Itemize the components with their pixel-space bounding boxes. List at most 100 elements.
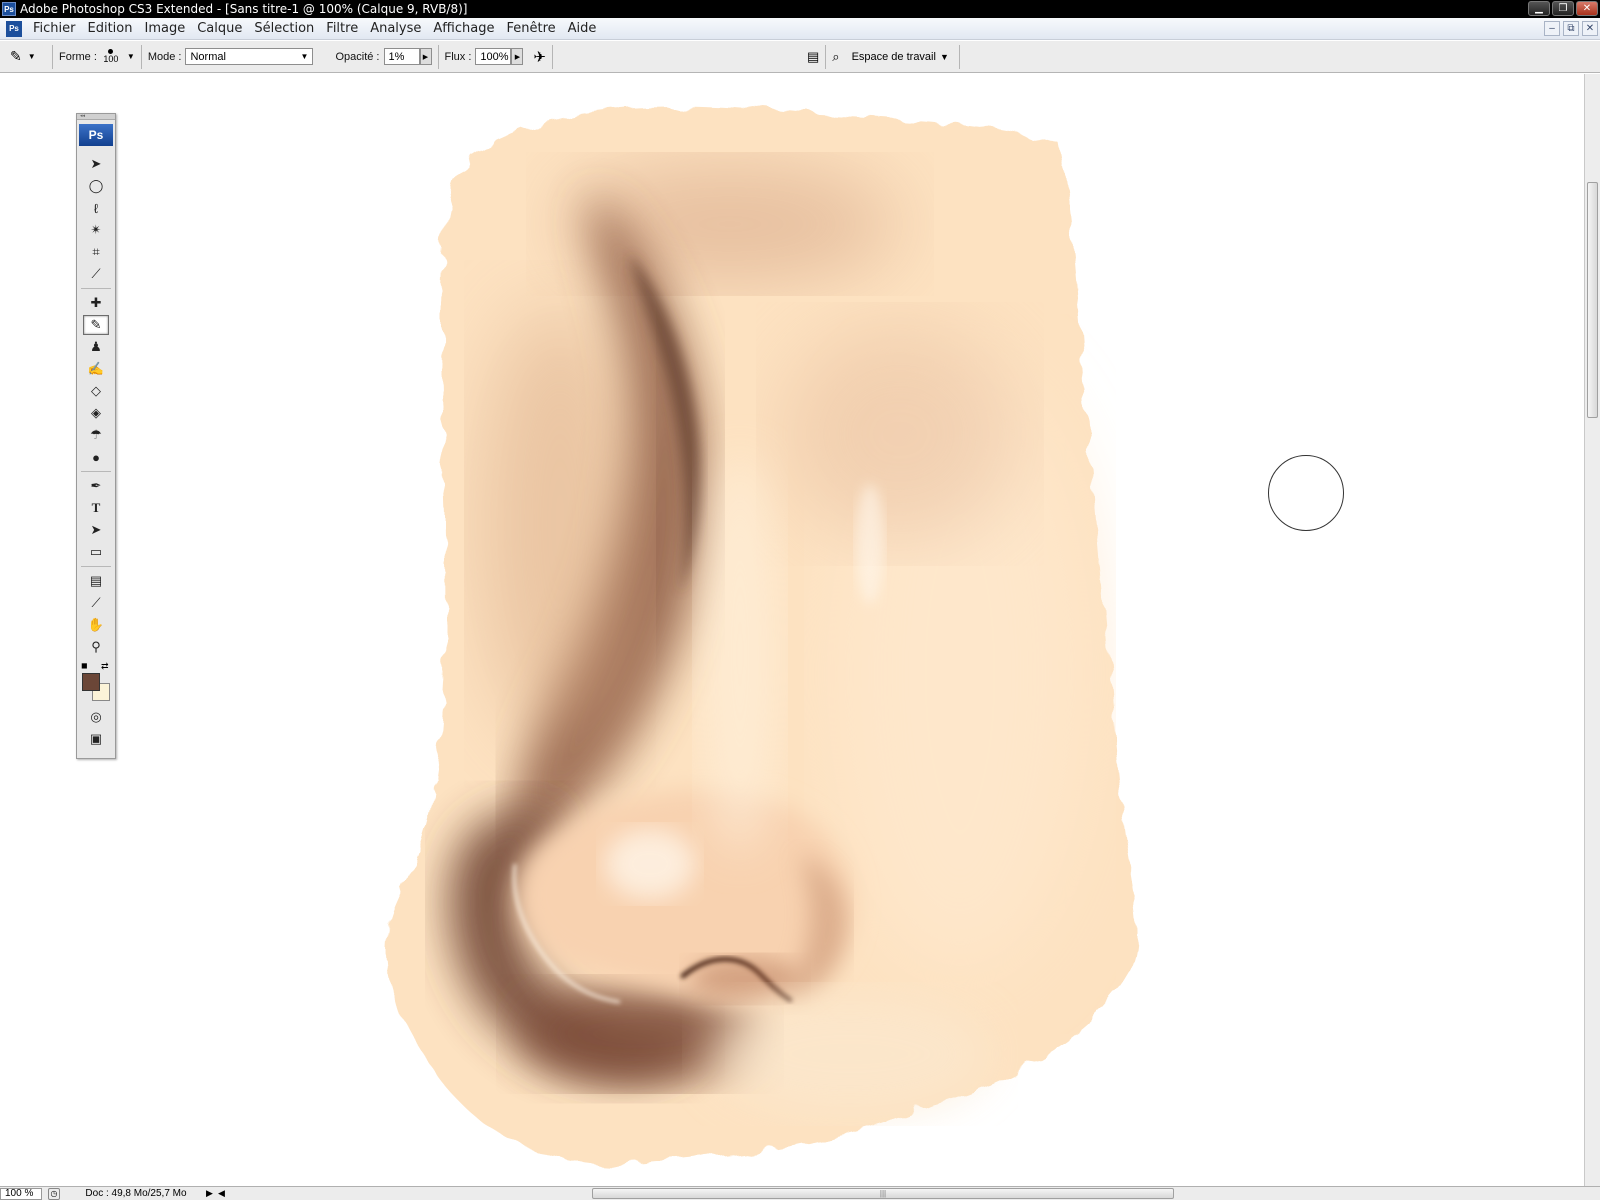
lasso-tool-icon[interactable]: ℓ bbox=[83, 198, 109, 218]
panel-grip[interactable]: ◂◂ bbox=[77, 114, 115, 120]
doc-minimize-button[interactable]: – bbox=[1544, 21, 1560, 36]
bridge-icon[interactable]: ⌕ bbox=[832, 49, 839, 65]
forme-label: Forme : bbox=[59, 50, 97, 63]
title-bar: Ps Adobe Photoshop CS3 Extended - [Sans … bbox=[0, 0, 1600, 18]
doc-close-button[interactable]: ✕ bbox=[1582, 21, 1598, 36]
window-controls: ▁ ❐ ✕ bbox=[1528, 1, 1598, 16]
menu-image[interactable]: Image bbox=[138, 21, 191, 36]
type-tool-icon[interactable]: T bbox=[83, 498, 109, 518]
swap-colors-icon[interactable]: ⇄ bbox=[101, 661, 109, 672]
color-swatches: ◼ ⇄ bbox=[79, 661, 113, 703]
blur-tool-icon[interactable]: ☂ bbox=[83, 425, 109, 445]
healing-brush-tool-icon[interactable]: ✚ bbox=[83, 293, 109, 313]
mode-value: Normal bbox=[190, 50, 226, 63]
brush-dropdown-icon[interactable]: ▼ bbox=[127, 52, 135, 61]
menu-selection[interactable]: Sélection bbox=[248, 21, 320, 36]
window-title: Adobe Photoshop CS3 Extended - [Sans tit… bbox=[20, 2, 468, 16]
ridge-highlight bbox=[856, 484, 884, 604]
restore-button[interactable]: ❐ bbox=[1552, 1, 1574, 16]
zoom-tool-icon[interactable]: ⚲ bbox=[83, 637, 109, 657]
menu-fenetre[interactable]: Fenêtre bbox=[500, 21, 561, 36]
vertical-scroll-thumb[interactable] bbox=[1587, 182, 1598, 418]
zoom-field[interactable]: 100 % bbox=[0, 1187, 42, 1200]
magic-wand-tool-icon[interactable]: ✴ bbox=[83, 220, 109, 240]
menu-filtre[interactable]: Filtre bbox=[320, 21, 364, 36]
divider bbox=[52, 44, 53, 69]
hand-tool-icon[interactable]: ✋ bbox=[83, 615, 109, 635]
tool-preset-picker[interactable]: ✎ ▼ bbox=[10, 48, 46, 65]
cheek-shadow bbox=[780, 324, 1020, 544]
move-tool-icon[interactable]: ➤ bbox=[83, 154, 109, 174]
menu-edition[interactable]: Edition bbox=[82, 21, 139, 36]
divider bbox=[81, 471, 111, 472]
document-controls: – ⧉ ✕ bbox=[1544, 21, 1598, 36]
menu-fichier[interactable]: Fichier bbox=[27, 21, 82, 36]
rectangle-shape-tool-icon[interactable]: ▭ bbox=[83, 542, 109, 562]
doc-restore-button[interactable]: ⧉ bbox=[1563, 21, 1579, 36]
divider bbox=[825, 44, 827, 69]
flux-label: Flux : bbox=[444, 50, 472, 63]
brush-shape-picker[interactable]: 100 bbox=[101, 49, 121, 64]
nose-painting bbox=[385, 106, 1139, 1165]
minimize-button[interactable]: ▁ bbox=[1528, 1, 1550, 16]
options-bar: ✎ ▼ Forme : 100 ▼ Mode : Normal ▼ Opacit… bbox=[0, 41, 1600, 73]
horizontal-scrollbar[interactable]: ||| bbox=[262, 1188, 1584, 1199]
nose-tip-highlight bbox=[605, 829, 695, 899]
slice-tool-icon[interactable]: ⟋ bbox=[83, 264, 109, 284]
divider bbox=[437, 44, 439, 69]
opacity-slider-button[interactable]: ▶ bbox=[419, 48, 432, 65]
photoshop-logo-icon: Ps bbox=[2, 2, 16, 16]
scroll-left-icon[interactable]: ◀ bbox=[218, 1188, 230, 1199]
opacity-label: Opacité : bbox=[335, 50, 380, 63]
tools-panel: ◂◂ Ps ➤ ◯ ℓ ✴ ⌗ ⟋ ✚ ✎ ♟ ✍ ◇ ◈ ☂ ● ✒ T ➤ … bbox=[76, 113, 116, 759]
status-bar: 100 % ◷ Doc : 49,8 Mo/25,7 Mo ▶ ◀ ||| bbox=[0, 1186, 1600, 1200]
chevron-down-icon: ▼ bbox=[939, 51, 949, 62]
screen-mode-icon[interactable]: ▣ bbox=[83, 729, 109, 749]
palette-well-icon[interactable]: ▤ bbox=[807, 49, 819, 65]
document-canvas[interactable] bbox=[0, 74, 1584, 1186]
brush-preset-icon: ✎ bbox=[10, 48, 22, 64]
pen-tool-icon[interactable]: ✒ bbox=[83, 476, 109, 496]
nose-bridge-highlight bbox=[700, 454, 780, 854]
status-menu-arrow-icon[interactable]: ▶ bbox=[206, 1188, 218, 1199]
default-colors-icon[interactable]: ◼ bbox=[81, 661, 88, 670]
horizontal-scroll-thumb[interactable]: ||| bbox=[592, 1188, 1174, 1199]
divider bbox=[81, 566, 111, 567]
chevron-down-icon: ▼ bbox=[27, 52, 36, 61]
flux-slider-button[interactable]: ▶ bbox=[511, 48, 524, 65]
crop-tool-icon[interactable]: ⌗ bbox=[83, 242, 109, 262]
divider bbox=[140, 44, 142, 69]
path-selection-tool-icon[interactable]: ➤ bbox=[83, 520, 109, 540]
divider bbox=[958, 44, 960, 69]
menu-calque[interactable]: Calque bbox=[191, 21, 248, 36]
flux-input[interactable]: 100% bbox=[475, 48, 512, 65]
dodge-tool-icon[interactable]: ● bbox=[83, 447, 109, 467]
divider bbox=[551, 44, 553, 69]
upper-lip-tint bbox=[710, 994, 990, 1114]
menu-aide[interactable]: Aide bbox=[562, 21, 603, 36]
opacity-input[interactable]: 1% bbox=[383, 48, 420, 65]
brush-tool-icon[interactable]: ✎ bbox=[83, 315, 109, 335]
quick-mask-icon[interactable]: ◎ bbox=[83, 707, 109, 727]
menu-affichage[interactable]: Affichage bbox=[427, 21, 500, 36]
foreground-color-swatch[interactable] bbox=[82, 673, 100, 691]
close-button[interactable]: ✕ bbox=[1576, 1, 1598, 16]
mode-select[interactable]: Normal ▼ bbox=[185, 48, 314, 65]
workspace-menu[interactable]: Espace de travail ▼ bbox=[852, 51, 949, 63]
nostril-inner-shadow bbox=[690, 957, 800, 1001]
info-icon[interactable]: ◷ bbox=[48, 1187, 60, 1200]
paint-bucket-tool-icon[interactable]: ◈ bbox=[83, 403, 109, 423]
history-brush-tool-icon[interactable]: ✍ bbox=[83, 359, 109, 379]
airbrush-toggle-icon[interactable]: ✈ bbox=[533, 48, 546, 66]
eraser-tool-icon[interactable]: ◇ bbox=[83, 381, 109, 401]
menu-bar: Ps Fichier Edition Image Calque Sélectio… bbox=[0, 18, 1600, 40]
mode-label: Mode : bbox=[147, 50, 182, 63]
photoshop-logo-icon[interactable]: Ps bbox=[79, 124, 113, 146]
eyedropper-tool-icon[interactable]: ⟋ bbox=[83, 593, 109, 613]
clone-stamp-tool-icon[interactable]: ♟ bbox=[83, 337, 109, 357]
marquee-ellipse-tool-icon[interactable]: ◯ bbox=[83, 176, 109, 196]
app-menu-icon[interactable]: Ps bbox=[6, 20, 22, 37]
vertical-scrollbar[interactable] bbox=[1584, 74, 1600, 1186]
notes-tool-icon[interactable]: ▤ bbox=[83, 571, 109, 591]
menu-analyse[interactable]: Analyse bbox=[364, 21, 427, 36]
